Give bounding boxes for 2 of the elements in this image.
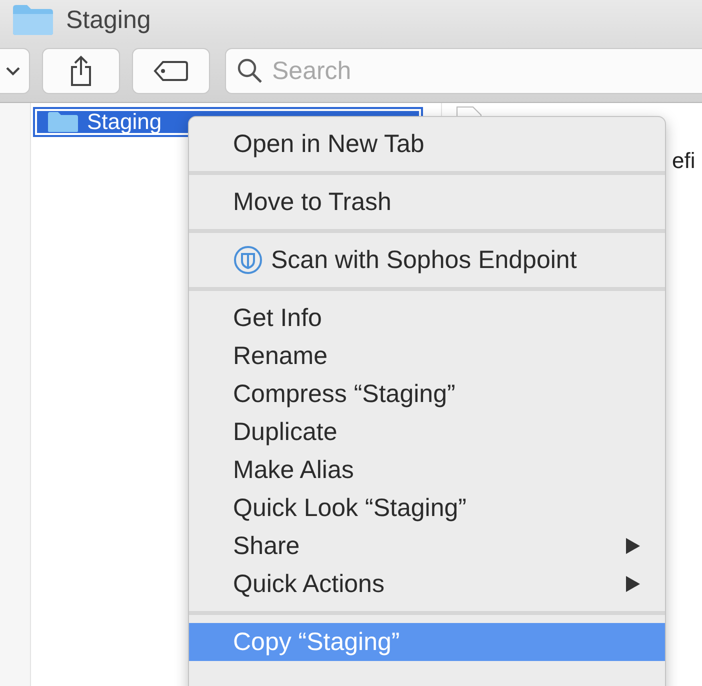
window-title: Staging (66, 6, 151, 34)
folder-name: Staging (87, 109, 162, 135)
